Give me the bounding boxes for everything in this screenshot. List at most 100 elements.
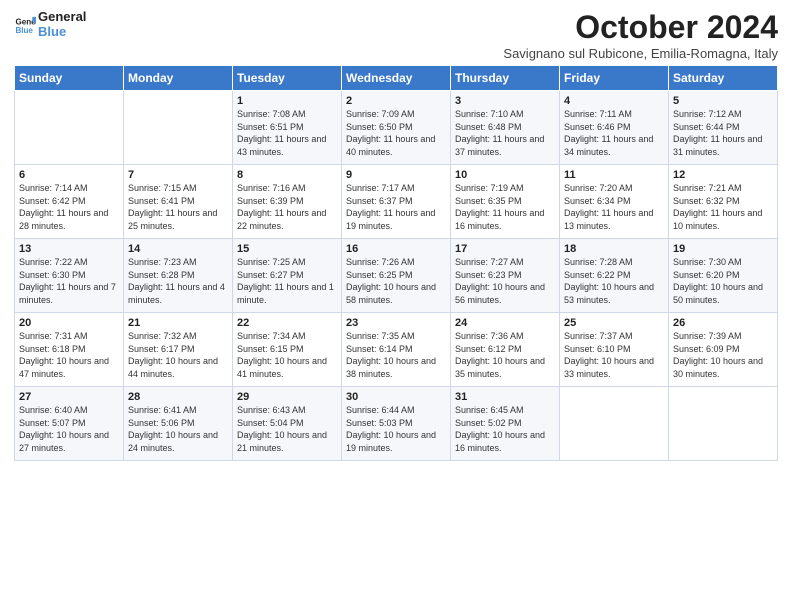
- day-number: 21: [128, 317, 228, 329]
- calendar-cell: 14Sunrise: 7:23 AM Sunset: 6:28 PM Dayli…: [124, 239, 233, 313]
- calendar-body: 1Sunrise: 7:08 AM Sunset: 6:51 PM Daylig…: [15, 91, 778, 461]
- day-number: 29: [237, 391, 337, 403]
- calendar-cell: 2Sunrise: 7:09 AM Sunset: 6:50 PM Daylig…: [342, 91, 451, 165]
- day-number: 5: [673, 95, 773, 107]
- day-number: 17: [455, 243, 555, 255]
- logo-general: General: [38, 10, 86, 25]
- col-thursday: Thursday: [451, 66, 560, 91]
- calendar-cell: 18Sunrise: 7:28 AM Sunset: 6:22 PM Dayli…: [560, 239, 669, 313]
- calendar-cell: 6Sunrise: 7:14 AM Sunset: 6:42 PM Daylig…: [15, 165, 124, 239]
- col-sunday: Sunday: [15, 66, 124, 91]
- day-number: 13: [19, 243, 119, 255]
- title-block: October 2024 Savignano sul Rubicone, Emi…: [503, 10, 778, 61]
- day-number: 4: [564, 95, 664, 107]
- day-number: 14: [128, 243, 228, 255]
- day-number: 27: [19, 391, 119, 403]
- day-number: 30: [346, 391, 446, 403]
- calendar-cell: [124, 91, 233, 165]
- calendar-cell: 1Sunrise: 7:08 AM Sunset: 6:51 PM Daylig…: [233, 91, 342, 165]
- calendar-cell: 16Sunrise: 7:26 AM Sunset: 6:25 PM Dayli…: [342, 239, 451, 313]
- svg-text:Blue: Blue: [15, 26, 33, 35]
- calendar-header: Sunday Monday Tuesday Wednesday Thursday…: [15, 66, 778, 91]
- calendar-cell: 15Sunrise: 7:25 AM Sunset: 6:27 PM Dayli…: [233, 239, 342, 313]
- calendar-cell: 8Sunrise: 7:16 AM Sunset: 6:39 PM Daylig…: [233, 165, 342, 239]
- logo-blue: Blue: [38, 25, 86, 40]
- day-number: 19: [673, 243, 773, 255]
- day-info: Sunrise: 6:41 AM Sunset: 5:06 PM Dayligh…: [128, 404, 228, 454]
- day-info: Sunrise: 6:45 AM Sunset: 5:02 PM Dayligh…: [455, 404, 555, 454]
- location: Savignano sul Rubicone, Emilia-Romagna, …: [503, 46, 778, 61]
- calendar-cell: 19Sunrise: 7:30 AM Sunset: 6:20 PM Dayli…: [669, 239, 778, 313]
- calendar-cell: 23Sunrise: 7:35 AM Sunset: 6:14 PM Dayli…: [342, 313, 451, 387]
- day-number: 6: [19, 169, 119, 181]
- calendar-cell: 4Sunrise: 7:11 AM Sunset: 6:46 PM Daylig…: [560, 91, 669, 165]
- day-info: Sunrise: 7:14 AM Sunset: 6:42 PM Dayligh…: [19, 182, 119, 232]
- day-info: Sunrise: 7:15 AM Sunset: 6:41 PM Dayligh…: [128, 182, 228, 232]
- col-friday: Friday: [560, 66, 669, 91]
- day-info: Sunrise: 7:08 AM Sunset: 6:51 PM Dayligh…: [237, 108, 337, 158]
- day-number: 7: [128, 169, 228, 181]
- day-info: Sunrise: 7:26 AM Sunset: 6:25 PM Dayligh…: [346, 256, 446, 306]
- calendar-cell: 21Sunrise: 7:32 AM Sunset: 6:17 PM Dayli…: [124, 313, 233, 387]
- day-number: 1: [237, 95, 337, 107]
- day-info: Sunrise: 7:35 AM Sunset: 6:14 PM Dayligh…: [346, 330, 446, 380]
- day-info: Sunrise: 6:44 AM Sunset: 5:03 PM Dayligh…: [346, 404, 446, 454]
- day-number: 23: [346, 317, 446, 329]
- day-number: 26: [673, 317, 773, 329]
- month-title: October 2024: [503, 10, 778, 45]
- col-tuesday: Tuesday: [233, 66, 342, 91]
- calendar-cell: [15, 91, 124, 165]
- calendar-cell: 9Sunrise: 7:17 AM Sunset: 6:37 PM Daylig…: [342, 165, 451, 239]
- day-info: Sunrise: 7:23 AM Sunset: 6:28 PM Dayligh…: [128, 256, 228, 306]
- day-info: Sunrise: 7:30 AM Sunset: 6:20 PM Dayligh…: [673, 256, 773, 306]
- day-number: 24: [455, 317, 555, 329]
- day-info: Sunrise: 7:09 AM Sunset: 6:50 PM Dayligh…: [346, 108, 446, 158]
- day-info: Sunrise: 7:16 AM Sunset: 6:39 PM Dayligh…: [237, 182, 337, 232]
- calendar-cell: 5Sunrise: 7:12 AM Sunset: 6:44 PM Daylig…: [669, 91, 778, 165]
- calendar-cell: 27Sunrise: 6:40 AM Sunset: 5:07 PM Dayli…: [15, 387, 124, 461]
- logo: General Blue General Blue: [14, 10, 86, 40]
- day-info: Sunrise: 6:40 AM Sunset: 5:07 PM Dayligh…: [19, 404, 119, 454]
- calendar-cell: 12Sunrise: 7:21 AM Sunset: 6:32 PM Dayli…: [669, 165, 778, 239]
- day-info: Sunrise: 7:25 AM Sunset: 6:27 PM Dayligh…: [237, 256, 337, 306]
- day-info: Sunrise: 7:20 AM Sunset: 6:34 PM Dayligh…: [564, 182, 664, 232]
- calendar-cell: 31Sunrise: 6:45 AM Sunset: 5:02 PM Dayli…: [451, 387, 560, 461]
- day-info: Sunrise: 7:31 AM Sunset: 6:18 PM Dayligh…: [19, 330, 119, 380]
- day-info: Sunrise: 7:19 AM Sunset: 6:35 PM Dayligh…: [455, 182, 555, 232]
- day-number: 9: [346, 169, 446, 181]
- day-info: Sunrise: 7:11 AM Sunset: 6:46 PM Dayligh…: [564, 108, 664, 158]
- day-info: Sunrise: 7:37 AM Sunset: 6:10 PM Dayligh…: [564, 330, 664, 380]
- day-info: Sunrise: 7:22 AM Sunset: 6:30 PM Dayligh…: [19, 256, 119, 306]
- calendar-cell: 25Sunrise: 7:37 AM Sunset: 6:10 PM Dayli…: [560, 313, 669, 387]
- calendar-cell: 30Sunrise: 6:44 AM Sunset: 5:03 PM Dayli…: [342, 387, 451, 461]
- calendar-cell: 10Sunrise: 7:19 AM Sunset: 6:35 PM Dayli…: [451, 165, 560, 239]
- day-info: Sunrise: 7:17 AM Sunset: 6:37 PM Dayligh…: [346, 182, 446, 232]
- day-info: Sunrise: 7:34 AM Sunset: 6:15 PM Dayligh…: [237, 330, 337, 380]
- day-number: 2: [346, 95, 446, 107]
- day-number: 18: [564, 243, 664, 255]
- calendar-cell: 24Sunrise: 7:36 AM Sunset: 6:12 PM Dayli…: [451, 313, 560, 387]
- page-container: General Blue General Blue October 2024 S…: [0, 0, 792, 469]
- day-number: 22: [237, 317, 337, 329]
- calendar-cell: [669, 387, 778, 461]
- day-number: 3: [455, 95, 555, 107]
- day-number: 31: [455, 391, 555, 403]
- logo-icon: General Blue: [14, 14, 36, 36]
- day-number: 15: [237, 243, 337, 255]
- calendar-cell: 26Sunrise: 7:39 AM Sunset: 6:09 PM Dayli…: [669, 313, 778, 387]
- day-number: 10: [455, 169, 555, 181]
- calendar-cell: 7Sunrise: 7:15 AM Sunset: 6:41 PM Daylig…: [124, 165, 233, 239]
- day-number: 8: [237, 169, 337, 181]
- day-info: Sunrise: 7:10 AM Sunset: 6:48 PM Dayligh…: [455, 108, 555, 158]
- day-number: 25: [564, 317, 664, 329]
- day-info: Sunrise: 7:27 AM Sunset: 6:23 PM Dayligh…: [455, 256, 555, 306]
- day-number: 16: [346, 243, 446, 255]
- day-info: Sunrise: 7:39 AM Sunset: 6:09 PM Dayligh…: [673, 330, 773, 380]
- day-info: Sunrise: 7:12 AM Sunset: 6:44 PM Dayligh…: [673, 108, 773, 158]
- header-row: Sunday Monday Tuesday Wednesday Thursday…: [15, 66, 778, 91]
- day-number: 11: [564, 169, 664, 181]
- calendar-table: Sunday Monday Tuesday Wednesday Thursday…: [14, 65, 778, 461]
- calendar-cell: 28Sunrise: 6:41 AM Sunset: 5:06 PM Dayli…: [124, 387, 233, 461]
- col-wednesday: Wednesday: [342, 66, 451, 91]
- day-number: 12: [673, 169, 773, 181]
